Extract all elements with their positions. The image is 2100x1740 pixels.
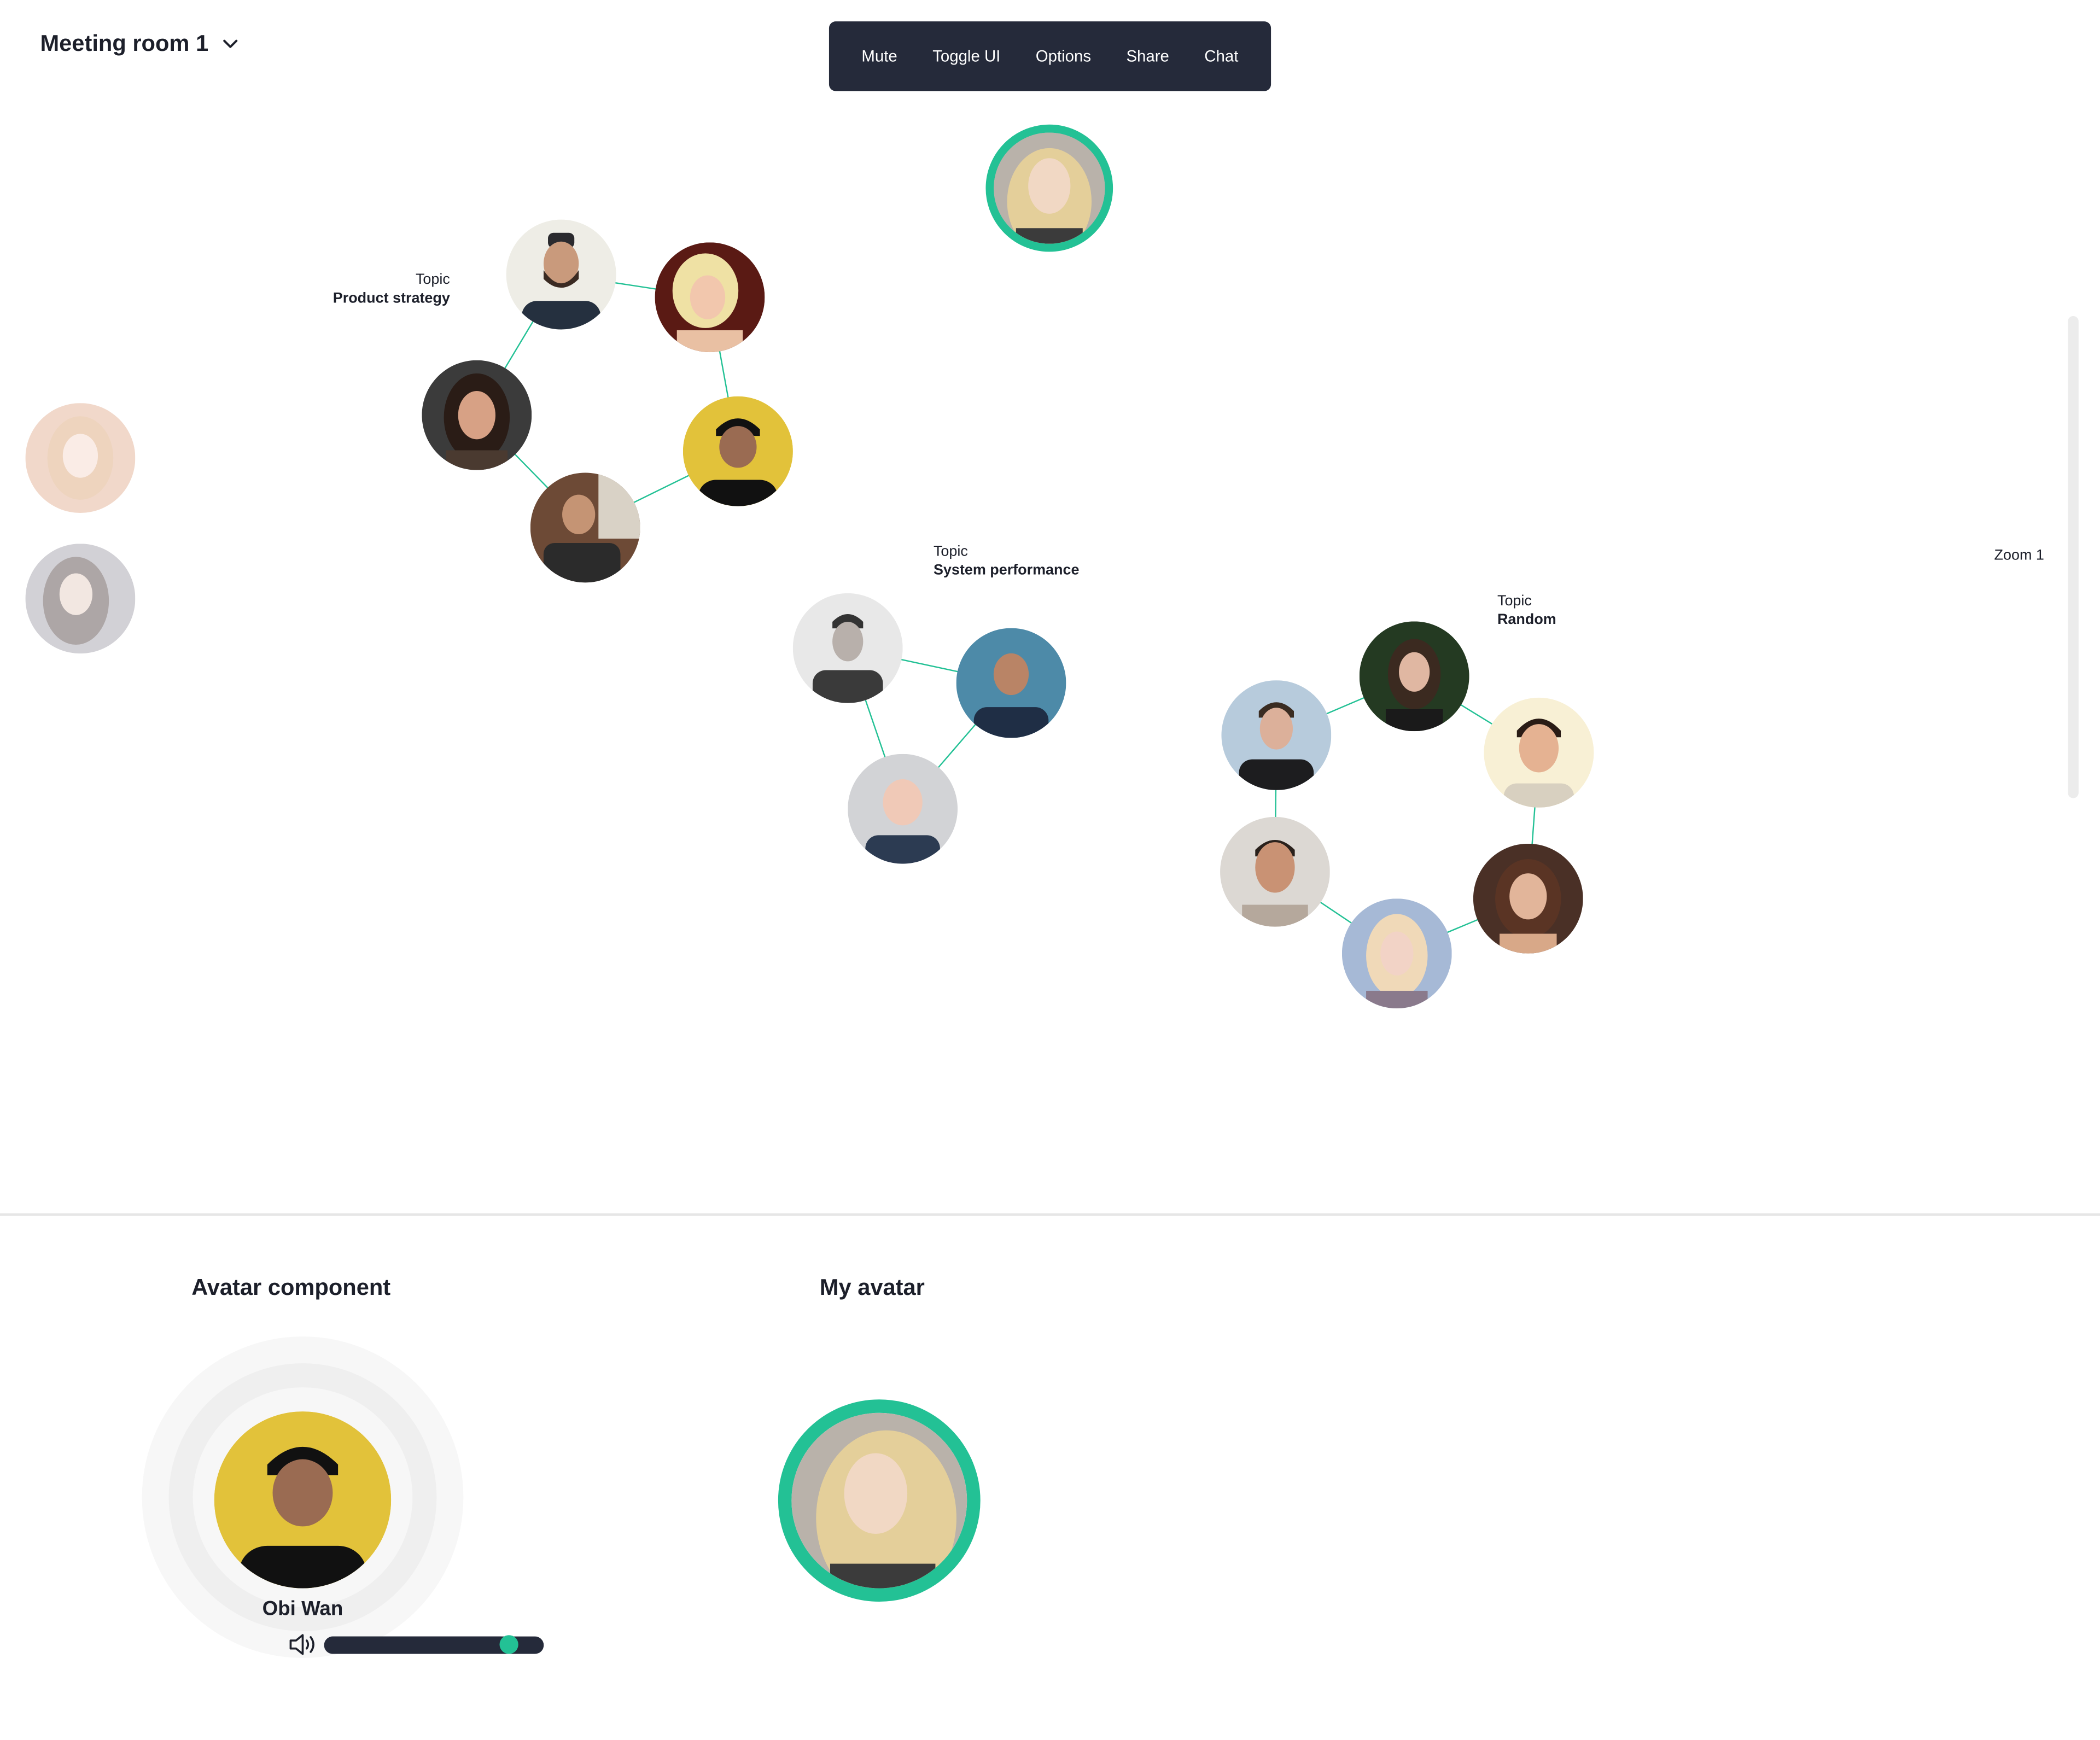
person-photo-icon (214, 1411, 392, 1589)
participant-avatar[interactable] (530, 472, 640, 583)
zoom-scrollbar[interactable] (2068, 316, 2079, 798)
my-avatar-floating[interactable] (985, 124, 1113, 252)
person-photo-icon (848, 754, 958, 864)
person-photo-icon (792, 593, 903, 703)
my-avatar[interactable] (778, 1399, 981, 1602)
participant-avatar[interactable] (792, 593, 903, 703)
volume-slider[interactable] (324, 1635, 544, 1654)
waiting-participant-avatar[interactable] (25, 544, 136, 654)
participant-avatar[interactable] (506, 219, 616, 330)
participant-avatar[interactable] (848, 754, 958, 864)
participant-avatar[interactable] (1473, 843, 1583, 954)
participant-avatar[interactable] (1220, 816, 1330, 927)
participant-avatar[interactable] (956, 628, 1066, 738)
person-photo-icon (791, 1412, 967, 1589)
person-photo-icon (655, 242, 765, 353)
zoom-label: Zoom 1 (1994, 547, 2044, 564)
participant-avatar[interactable] (682, 396, 793, 506)
person-photo-icon (1359, 621, 1469, 732)
volume-fill (324, 1636, 509, 1654)
participant-avatar[interactable] (1221, 680, 1332, 790)
person-photo-icon (1473, 843, 1583, 954)
speaker-icon[interactable] (288, 1632, 318, 1656)
person-photo-icon (956, 628, 1066, 738)
topic-label: Topic Product strategy (332, 272, 450, 307)
obi-wan-avatar[interactable] (214, 1411, 392, 1589)
participant-avatar[interactable] (1359, 621, 1469, 732)
person-photo-icon (1220, 816, 1330, 927)
participant-avatar[interactable] (422, 360, 532, 470)
volume-thumb[interactable] (499, 1635, 518, 1654)
person-photo-icon (682, 396, 793, 506)
participant-avatar[interactable] (1341, 898, 1452, 1009)
person-photo-icon (530, 472, 640, 583)
participant-name: Obi Wan (262, 1597, 343, 1621)
my-avatar-heading: My avatar (819, 1275, 925, 1300)
participant-avatar[interactable] (1484, 697, 1594, 808)
avatar-component-heading: Avatar component (191, 1275, 391, 1300)
participant-avatar[interactable] (655, 242, 765, 353)
person-photo-icon (994, 132, 1105, 244)
waiting-participant-avatar[interactable] (25, 403, 136, 513)
person-photo-icon (1221, 680, 1332, 790)
person-photo-icon (506, 219, 616, 330)
topic-label: Topic Random (1497, 593, 1556, 628)
person-photo-icon (1484, 697, 1594, 808)
person-photo-icon (422, 360, 532, 470)
section-divider (0, 1213, 2100, 1216)
topic-label: Topic System performance (933, 544, 1080, 579)
person-photo-icon (25, 403, 136, 513)
person-photo-icon (1341, 898, 1452, 1009)
person-photo-icon (25, 544, 136, 654)
